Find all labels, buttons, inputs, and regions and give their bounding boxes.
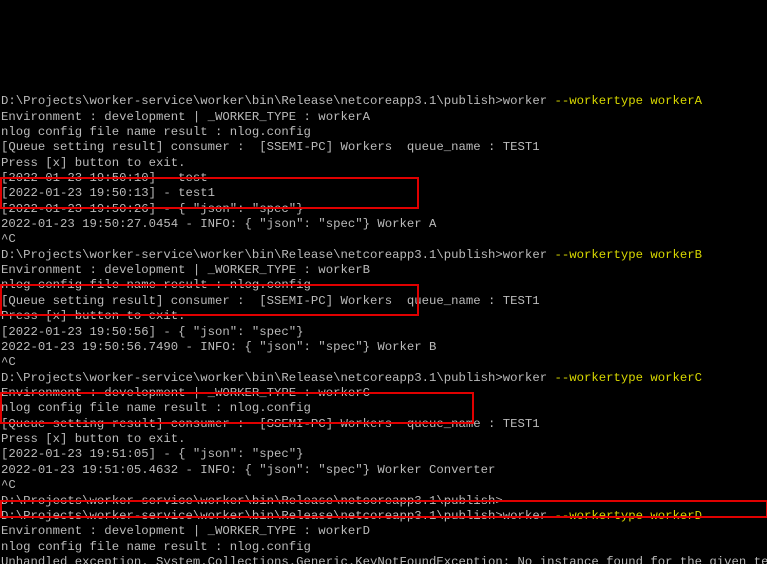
ctrl-c: ^C — [1, 355, 16, 369]
queue-line: [Queue setting result] consumer : [SSEMI… — [1, 294, 540, 308]
env-line: Environment : development | _WORKER_TYPE… — [1, 110, 370, 124]
log-info-line: 2022-01-23 19:50:27.0454 - INFO: { "json… — [1, 217, 436, 231]
prompt-path: D:\Projects\worker-service\worker\bin\Re… — [1, 509, 503, 523]
env-line: Environment : development | _WORKER_TYPE… — [1, 386, 370, 400]
exception-line: Unhandled exception. System.Collections.… — [1, 555, 767, 564]
nlog-line: nlog config file name result : nlog.conf… — [1, 540, 311, 554]
log-line: [2022-01-23 19:50:13] - test1 — [1, 186, 215, 200]
terminal-output[interactable]: D:\Projects\worker-service\worker\bin\Re… — [0, 77, 767, 564]
log-json-line: [2022-01-23 19:51:05] - { "json": "spec"… — [1, 447, 304, 461]
env-line: Environment : development | _WORKER_TYPE… — [1, 263, 370, 277]
press-line: Press [x] button to exit. — [1, 309, 185, 323]
press-line: Press [x] button to exit. — [1, 432, 185, 446]
env-line: Environment : development | _WORKER_TYPE… — [1, 524, 370, 538]
queue-line: [Queue setting result] consumer : [SSEMI… — [1, 417, 540, 431]
nlog-line: nlog config file name result : nlog.conf… — [1, 125, 311, 139]
log-line: [2022-01-23 19:50:10] - test — [1, 171, 208, 185]
nlog-line: nlog config file name result : nlog.conf… — [1, 401, 311, 415]
cmd-flag: --workertype workerD — [554, 509, 702, 523]
nlog-line: nlog config file name result : nlog.conf… — [1, 278, 311, 292]
cmd-exec: worker — [503, 248, 555, 262]
ctrl-c: ^C — [1, 478, 16, 492]
cmd-flag: --workertype workerC — [554, 371, 702, 385]
cmd-flag: --workertype workerB — [554, 248, 702, 262]
cmd-exec: worker — [503, 509, 555, 523]
log-json-line: [2022-01-23 19:50:26] - { "json": "spec"… — [1, 202, 304, 216]
log-info-line: 2022-01-23 19:50:56.7490 - INFO: { "json… — [1, 340, 436, 354]
press-line: Press [x] button to exit. — [1, 156, 185, 170]
cmd-exec: worker — [503, 94, 555, 108]
prompt-path: D:\Projects\worker-service\worker\bin\Re… — [1, 248, 503, 262]
log-json-line: [2022-01-23 19:50:56] - { "json": "spec"… — [1, 325, 304, 339]
prompt-path: D:\Projects\worker-service\worker\bin\Re… — [1, 94, 503, 108]
cmd-exec: worker — [503, 371, 555, 385]
queue-line: [Queue setting result] consumer : [SSEMI… — [1, 140, 540, 154]
prompt-path: D:\Projects\worker-service\worker\bin\Re… — [1, 371, 503, 385]
prompt-path: D:\Projects\worker-service\worker\bin\Re… — [1, 494, 503, 508]
cmd-flag: --workertype workerA — [554, 94, 702, 108]
log-info-line: 2022-01-23 19:51:05.4632 - INFO: { "json… — [1, 463, 495, 477]
ctrl-c: ^C — [1, 232, 16, 246]
